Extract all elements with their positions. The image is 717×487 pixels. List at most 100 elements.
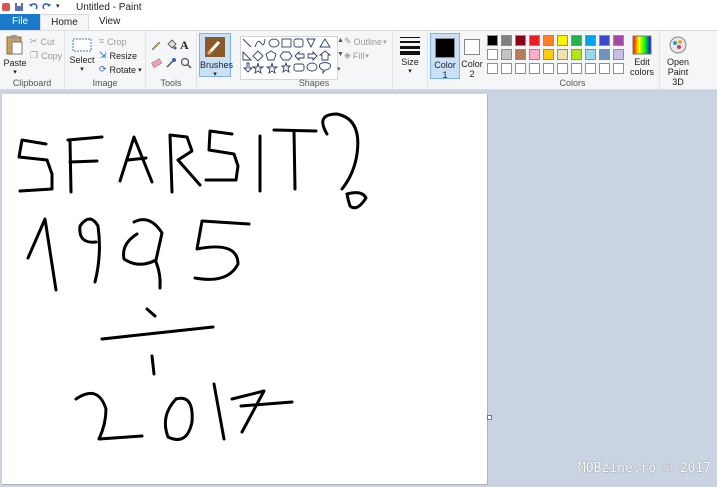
redo-icon[interactable] xyxy=(42,2,52,12)
colors-group-label: Colors xyxy=(559,78,586,88)
color-swatch[interactable] xyxy=(585,49,596,60)
color2-swatch xyxy=(464,39,480,55)
cut-button[interactable]: ✂ Cut xyxy=(30,36,55,47)
shapes-group: ▲ ▼ ▾ ✎ Outline ▾ ◈ Fill ▾ Shapes xyxy=(236,31,393,89)
customize-toolbar-icon[interactable]: ▾ xyxy=(56,2,66,12)
color-swatch[interactable] xyxy=(529,35,540,46)
color-swatch[interactable] xyxy=(585,63,596,74)
shapes-scroll-down-icon[interactable]: ▼ xyxy=(337,51,344,58)
color-swatch[interactable] xyxy=(599,63,610,74)
quick-access-toolbar: ▾ xyxy=(2,2,70,12)
rotate-label: Rotate xyxy=(109,64,137,75)
paste-dropdown-icon[interactable]: ▾ xyxy=(3,68,27,76)
fill-dropdown-icon[interactable]: ▾ xyxy=(365,52,369,60)
color-swatch[interactable] xyxy=(613,63,624,74)
rotate-button[interactable]: ⟳ Rotate ▾ xyxy=(99,64,142,75)
color1-swatch xyxy=(435,38,455,58)
color2-button[interactable]: Color 2 xyxy=(459,33,485,79)
color-swatch[interactable] xyxy=(487,35,498,46)
select-dropdown-icon[interactable]: ▾ xyxy=(69,65,95,73)
paste-label: Paste xyxy=(3,58,27,68)
color-swatch[interactable] xyxy=(613,49,624,60)
color-palette xyxy=(487,35,627,75)
handwritten-drawing xyxy=(17,112,368,441)
ribbon: Paste ▾ ✂ Cut ❐ Copy Clipboard Select ▾ … xyxy=(0,30,717,90)
brushes-button[interactable]: Brushes ▾ xyxy=(199,33,233,78)
color-swatch[interactable] xyxy=(557,35,568,46)
edit-colors-button[interactable]: Edit colors xyxy=(628,35,656,77)
color-swatch[interactable] xyxy=(529,49,540,60)
shapes-scroll-up-icon[interactable]: ▲ xyxy=(337,37,344,44)
paste-icon xyxy=(6,35,23,55)
canvas-resize-handle[interactable] xyxy=(487,415,492,420)
color-swatch[interactable] xyxy=(543,49,554,60)
shapes-more-icon[interactable]: ▾ xyxy=(337,65,341,73)
color-swatch[interactable] xyxy=(543,35,554,46)
eraser-icon[interactable] xyxy=(150,57,162,69)
outline-label: Outline xyxy=(353,36,383,47)
fill-label: Fill xyxy=(352,50,365,61)
color-swatch[interactable] xyxy=(599,49,610,60)
pencil-icon[interactable] xyxy=(150,39,162,51)
outline-button[interactable]: ✎ Outline ▾ xyxy=(344,36,387,47)
select-label: Select xyxy=(69,55,95,65)
color-swatch[interactable] xyxy=(487,49,498,60)
brushes-dropdown-icon[interactable]: ▾ xyxy=(200,70,230,78)
tab-home[interactable]: Home xyxy=(40,14,89,30)
rotate-dropdown-icon[interactable]: ▾ xyxy=(138,66,142,74)
color-swatch[interactable] xyxy=(501,35,512,46)
window-title: Untitled - Paint xyxy=(76,1,142,13)
color-swatch[interactable] xyxy=(571,49,582,60)
shapes-gallery[interactable] xyxy=(240,36,338,80)
drawing-canvas[interactable] xyxy=(2,94,487,484)
color1-button[interactable]: Color 1 xyxy=(430,33,460,80)
color-swatch[interactable] xyxy=(613,35,624,46)
color-swatch[interactable] xyxy=(515,49,526,60)
color-swatch[interactable] xyxy=(557,49,568,60)
resize-button[interactable]: ⇲ Resize xyxy=(99,50,137,61)
color-swatch[interactable] xyxy=(543,63,554,74)
tab-file[interactable]: File xyxy=(0,14,41,30)
fill-bucket-icon[interactable] xyxy=(165,39,177,51)
select-icon xyxy=(72,38,92,52)
size-button[interactable]: Size ▾ xyxy=(397,35,423,75)
color-swatch[interactable] xyxy=(515,63,526,74)
size-label: Size xyxy=(401,57,419,67)
open-paint-3d-label: Open xyxy=(666,57,690,67)
size-dropdown-icon[interactable]: ▾ xyxy=(397,67,423,75)
edit-colors-label-2: colors xyxy=(629,67,654,77)
crop-button[interactable]: ⌗ Crop xyxy=(99,36,127,47)
image-group: Select ▾ ⌗ Crop ⇲ Resize ⟳ Rotate ▾ Imag… xyxy=(65,31,146,89)
open-paint-3d-button[interactable]: Open Paint 3D xyxy=(661,35,695,87)
color-swatch[interactable] xyxy=(585,35,596,46)
color-swatch[interactable] xyxy=(571,35,582,46)
crop-icon: ⌗ xyxy=(99,36,105,46)
outline-dropdown-icon[interactable]: ▾ xyxy=(383,38,387,46)
paste-button[interactable]: Paste ▾ xyxy=(3,34,27,76)
resize-label: Resize xyxy=(109,50,138,61)
image-group-label: Image xyxy=(92,78,118,88)
color-swatch[interactable] xyxy=(599,35,610,46)
tab-view[interactable]: View xyxy=(89,14,131,30)
color-swatch[interactable] xyxy=(515,35,526,46)
color-swatch[interactable] xyxy=(501,49,512,60)
paint-3d-icon xyxy=(669,36,687,54)
color-swatch[interactable] xyxy=(571,63,582,74)
color-picker-icon[interactable] xyxy=(165,57,177,69)
copy-button[interactable]: ❐ Copy xyxy=(30,50,62,61)
color-wheel-icon xyxy=(632,35,652,55)
undo-icon[interactable] xyxy=(28,2,38,12)
save-icon[interactable] xyxy=(14,2,24,12)
edit-colors-label: Edit xyxy=(634,57,650,67)
select-button[interactable]: Select ▾ xyxy=(69,37,95,73)
magnifier-icon[interactable] xyxy=(180,57,192,69)
brush-icon xyxy=(205,37,225,57)
color-swatch[interactable] xyxy=(529,63,540,74)
fill-button[interactable]: ◈ Fill ▾ xyxy=(344,50,369,61)
rotate-icon: ⟳ xyxy=(99,64,107,74)
text-tool-icon[interactable]: A xyxy=(180,38,189,53)
clipboard-group: Paste ▾ ✂ Cut ❐ Copy Clipboard xyxy=(0,31,65,89)
color-swatch[interactable] xyxy=(487,63,498,74)
color-swatch[interactable] xyxy=(501,63,512,74)
color-swatch[interactable] xyxy=(557,63,568,74)
